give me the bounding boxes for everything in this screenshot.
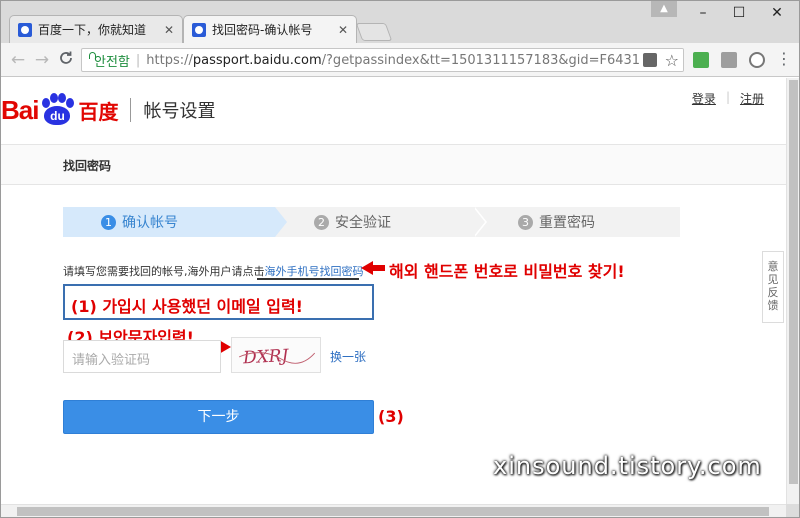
pdf-extension-icon[interactable]: [721, 52, 737, 68]
account-hint: 请填写您需要找回的帐号,海外用户请点击海外手机号找回密码: [63, 263, 364, 279]
refresh-captcha-link[interactable]: 换一张: [330, 348, 366, 365]
step-separator: [473, 207, 487, 237]
captcha-image: DXRJ: [231, 337, 321, 373]
baidu-logo[interactable]: Bai du 百度 帐号设置: [1, 90, 215, 130]
baidu-favicon-icon: [18, 22, 32, 37]
login-link[interactable]: 登录: [692, 90, 716, 107]
step-number: 3: [518, 214, 533, 230]
step-number: 1: [101, 214, 116, 230]
next-step-button[interactable]: 下一步: [63, 400, 374, 434]
page-title: 找回密码: [63, 159, 112, 173]
wordpress-extension-icon[interactable]: [749, 52, 765, 68]
tab-baidu-home[interactable]: 百度一下，你就知道 ✕: [9, 15, 183, 43]
url-path: /?getpassindex&tt=1501311157183&gid=F643…: [321, 52, 684, 68]
top-links: 登录 | 注册: [691, 90, 764, 107]
paw-icon: du: [39, 93, 75, 127]
email-input[interactable]: (1) 가입시 사용했던 이메일 입력!: [63, 284, 374, 320]
tab-close-icon[interactable]: ✕: [164, 23, 174, 37]
tab-strip: 百度一下，你就知道 ✕ 找回密码-确认帐号 ✕ ▲ – ☐ ✕: [1, 1, 799, 43]
watermark: xinsound.tistory.com: [493, 452, 762, 480]
vertical-scrollbar[interactable]: [786, 78, 799, 504]
address-bar[interactable]: 안전함 | https:// passport.baidu.com /?getp…: [81, 48, 684, 72]
logo-cn: 百度: [78, 99, 119, 124]
bookmark-star-icon[interactable]: ☆: [665, 51, 679, 70]
logo-divider: [130, 98, 132, 122]
secure-label: 안전함: [94, 54, 130, 70]
browser-window: 百度一下，你就知道 ✕ 找回密码-确认帐号 ✕ ▲ – ☐ ✕ ← → 안전함 …: [0, 0, 800, 518]
profile-icon[interactable]: ▲: [651, 1, 677, 17]
step-number: 2: [314, 214, 329, 230]
tab-close-icon[interactable]: ✕: [338, 23, 348, 37]
step-label: 安全验证: [335, 215, 391, 231]
annotation-email: (1) 가입시 사용했던 이메일 입력!: [71, 297, 303, 316]
red-arrow-icon: [361, 261, 385, 275]
reload-button[interactable]: [55, 50, 77, 71]
url-scheme: https://: [146, 52, 193, 68]
hint-text: 请填写您需要找回的帐号,海外用户请点击: [63, 265, 265, 278]
menu-icon[interactable]: ⋮: [773, 49, 795, 69]
reload-icon: [60, 51, 72, 64]
minimize-button[interactable]: –: [685, 5, 721, 21]
section-header: 找回密码: [1, 144, 786, 185]
page-content: Bai du 百度 帐号设置 登录 | 注册 找回密码 1 确认帐号 2 安全验…: [1, 78, 786, 504]
horizontal-scrollbar[interactable]: [1, 504, 786, 517]
url-host: passport.baidu.com: [192, 52, 322, 68]
progress-steps: 1 确认帐号 2 安全验证 3 重置密码: [63, 207, 680, 237]
extension-icon[interactable]: [693, 52, 709, 68]
step-confirm-account: 1 确认帐号: [63, 207, 287, 237]
step-security-verify: 2 安全验证: [314, 207, 391, 237]
browser-toolbar: ← → 안전함 | https:// passport.baidu.com /?…: [1, 43, 799, 77]
translate-icon[interactable]: [642, 53, 657, 67]
close-window-button[interactable]: ✕: [759, 5, 795, 21]
tab-title: 百度一下，你就知道: [38, 23, 147, 37]
logo-bai: Bai: [1, 94, 39, 125]
tab-find-password[interactable]: 找回密码-确认帐号 ✕: [183, 15, 357, 43]
step-label: 重置密码: [539, 215, 595, 231]
annotation-overseas: 해외 핸드폰 번호로 비밀번호 찾기!: [389, 262, 625, 281]
annotation-step3: (3): [378, 407, 404, 426]
scrollbar-corner: [786, 504, 799, 517]
link-underline-annotation: [257, 278, 359, 280]
maximize-button[interactable]: ☐: [721, 5, 757, 21]
tab-title: 找回密码-确认帐号: [212, 23, 313, 37]
step-reset-password: 3 重置密码: [518, 207, 595, 237]
logo-du: du: [44, 106, 71, 125]
captcha-text: DXRJ: [242, 346, 291, 368]
back-button[interactable]: ←: [7, 50, 29, 70]
captcha-input[interactable]: 请输入验证码: [63, 340, 221, 373]
step-label: 确认帐号: [122, 215, 178, 231]
overseas-phone-link[interactable]: 海外手机号找回密码: [265, 265, 364, 278]
baidu-favicon-icon: [192, 22, 206, 37]
register-link[interactable]: 注册: [740, 90, 764, 107]
new-tab-button[interactable]: [355, 23, 393, 41]
feedback-tab[interactable]: 意见反馈: [762, 251, 784, 323]
forward-button[interactable]: →: [31, 50, 53, 70]
account-settings-title: 帐号设置: [143, 101, 216, 122]
